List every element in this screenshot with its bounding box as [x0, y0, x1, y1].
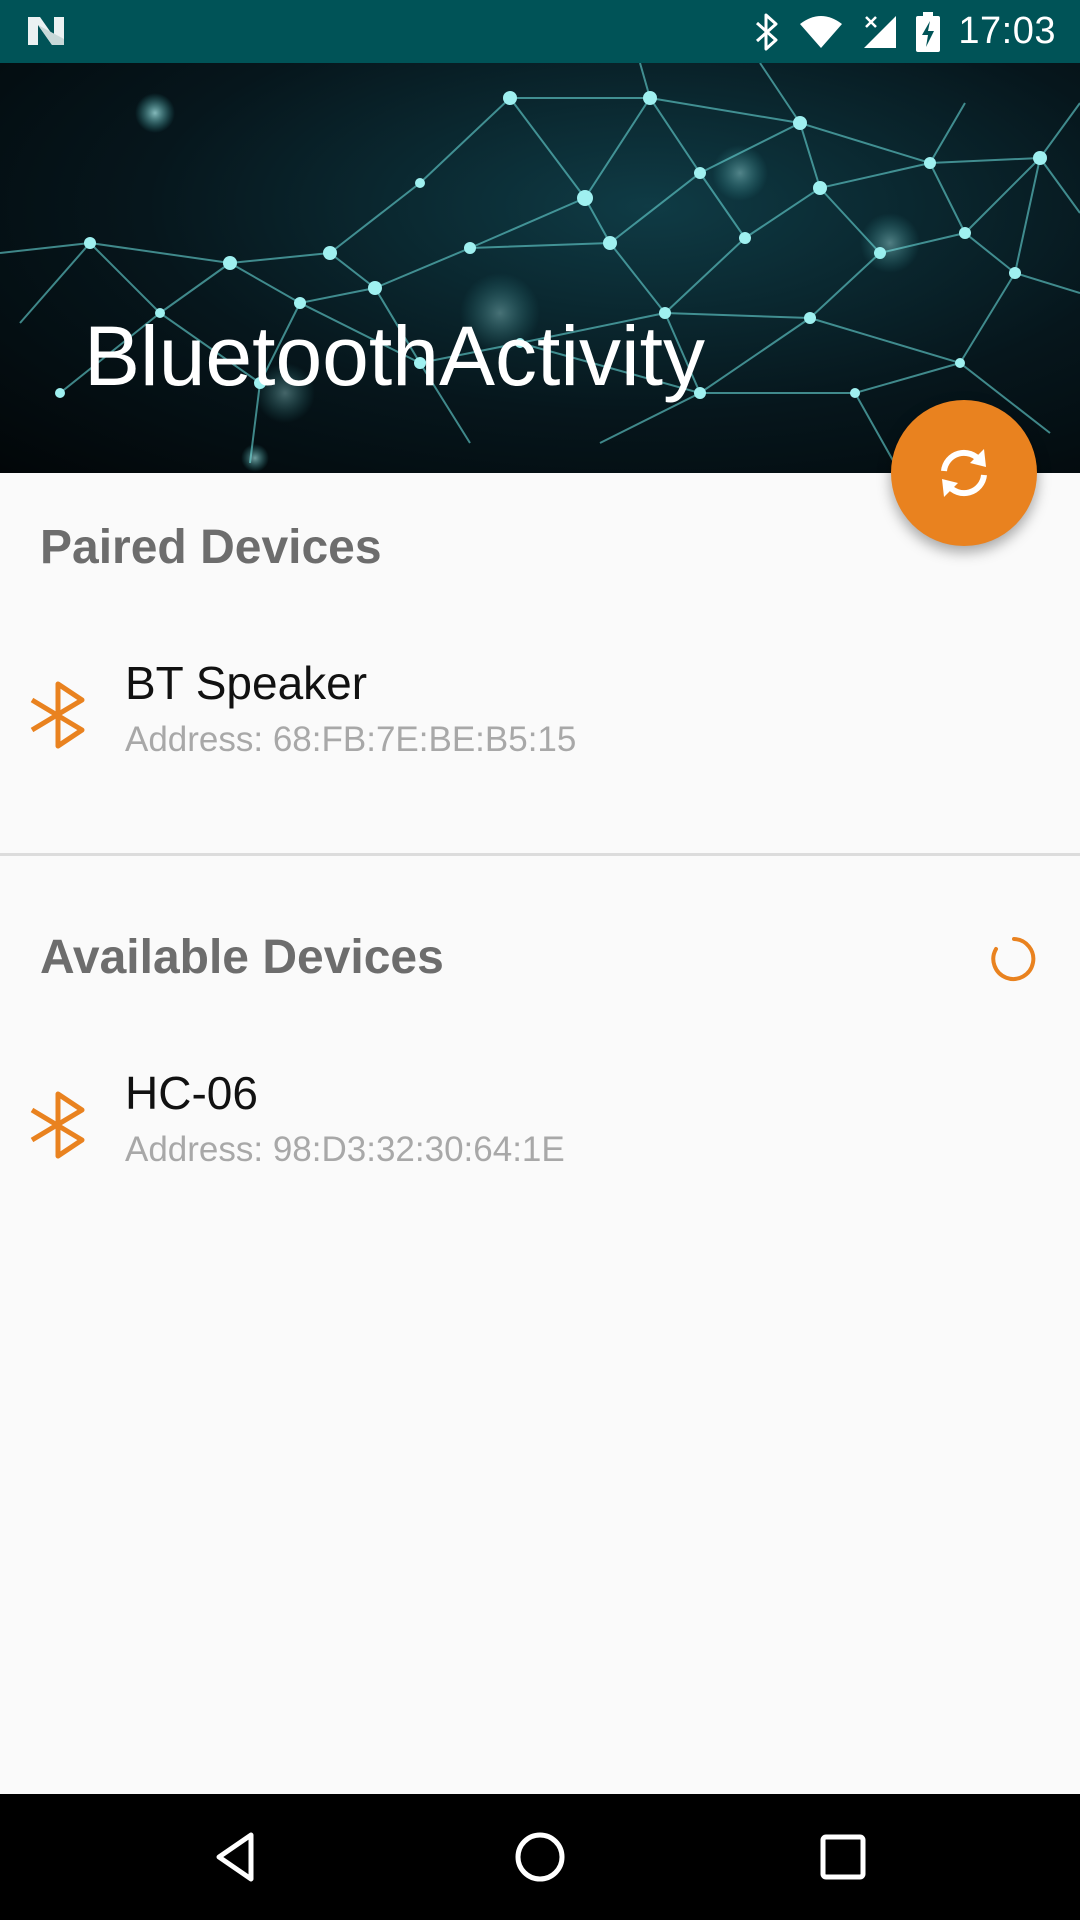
section-divider — [0, 853, 1080, 856]
recents-icon[interactable] — [813, 1827, 873, 1887]
bluetooth-icon — [30, 1091, 85, 1159]
back-icon[interactable] — [207, 1827, 267, 1887]
paired-devices-heading: Paired Devices — [40, 521, 382, 574]
app-header: BluetoothActivity — [0, 63, 1080, 473]
status-bar: 17:03 — [0, 0, 1080, 63]
list-item[interactable]: HC-06 Address: 98:D3:32:30:64:1E — [0, 1062, 1080, 1202]
signal-icon — [864, 15, 897, 48]
network-background — [0, 63, 1080, 473]
refresh-button[interactable] — [891, 400, 1037, 546]
bluetooth-icon — [30, 681, 85, 749]
home-icon[interactable] — [510, 1827, 570, 1887]
device-address: Address: 68:FB:7E:BE:B5:15 — [125, 720, 577, 759]
device-name: BT Speaker — [125, 657, 368, 709]
wifi-icon — [800, 15, 843, 48]
device-name: HC-06 — [125, 1067, 258, 1119]
clock: 17:03 — [958, 10, 1056, 52]
android-n-icon — [28, 17, 64, 45]
list-item[interactable]: BT Speaker Address: 68:FB:7E:BE:B5:15 — [0, 652, 1080, 792]
battery-icon — [916, 11, 941, 52]
device-address: Address: 98:D3:32:30:64:1E — [125, 1130, 565, 1169]
available-devices-heading: Available Devices — [40, 931, 444, 984]
navigation-bar — [0, 1794, 1080, 1920]
page-title: BluetoothActivity — [84, 309, 705, 403]
refresh-icon — [941, 449, 987, 497]
loading-spinner-icon — [991, 937, 1036, 981]
bluetooth-icon — [756, 13, 778, 50]
